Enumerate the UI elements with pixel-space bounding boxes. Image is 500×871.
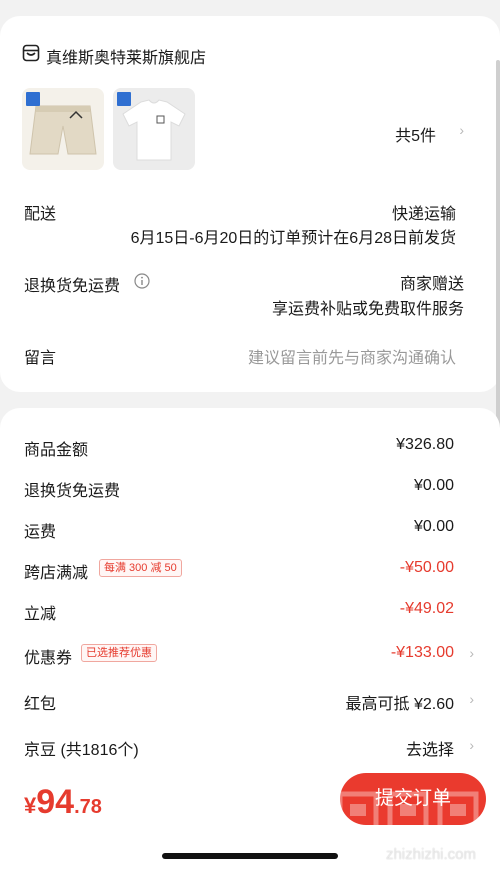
info-icon[interactable] — [134, 273, 150, 289]
price-row-label: 运费 — [24, 524, 57, 541]
return-shipping-label: 退换货免运费 — [24, 278, 121, 295]
order-summary-card: 真维斯奥特莱斯旗舰店 共5件 › 配送 快递运输 6月15日-6月20日的订单预… — [0, 16, 500, 392]
scrollbar[interactable] — [496, 60, 500, 450]
store-icon — [22, 44, 40, 62]
red-packet-value[interactable]: 最高可抵 ¥2.60 — [346, 690, 455, 714]
chevron-right-icon[interactable]: › — [469, 737, 474, 753]
return-shipping-value: 商家赠送 — [399, 276, 464, 293]
price-detail-card: 商品金额 ¥326.80 退换货免运费 ¥0.00 运费 ¥0.00 跨店满减 … — [0, 408, 500, 808]
chevron-right-icon[interactable]: › — [469, 645, 474, 661]
item-count[interactable]: 共5件 — [395, 122, 436, 146]
jd-beans-value[interactable]: 去选择 — [406, 736, 454, 760]
coupon-row-label[interactable]: 优惠券 — [24, 644, 72, 668]
price-row-value: -¥50.00 — [399, 559, 454, 576]
product-thumbnail-shorts[interactable] — [22, 88, 104, 170]
home-indicator — [162, 853, 338, 859]
price-row-value: ¥0.00 — [413, 477, 454, 494]
order-total: ¥94.78 — [24, 783, 102, 822]
price-row-label: 退换货免运费 — [24, 483, 121, 500]
currency-symbol: ¥ — [24, 793, 37, 818]
chevron-right-icon[interactable]: › — [459, 122, 464, 138]
delivery-method[interactable]: 快递运输 — [392, 200, 456, 224]
brand-tag-icon — [26, 92, 40, 106]
store-name[interactable]: 真维斯奥特莱斯旗舰店 — [46, 44, 206, 68]
message-label: 留言 — [24, 350, 57, 367]
product-thumbnail-tshirt[interactable] — [113, 88, 195, 170]
price-row-label: 商品金额 — [24, 442, 89, 459]
chevron-right-icon[interactable]: › — [469, 691, 474, 707]
delivery-note: 6月15日-6月20日的订单预计在6月28日前发货 — [130, 230, 456, 247]
message-input[interactable]: 建议留言前先与商家沟通确认 — [248, 344, 456, 368]
brand-tag-icon — [117, 92, 131, 106]
price-row-label: 跨店满减 — [24, 565, 89, 582]
watermark-text: zhizhizhi.com — [385, 846, 476, 863]
price-row-value: ¥326.80 — [396, 436, 454, 453]
coupon-badge: 已选推荐优惠 — [81, 644, 157, 662]
price-row-value: ¥0.00 — [413, 518, 454, 535]
jd-beans-label[interactable]: 京豆 (共1816个) — [24, 736, 139, 760]
return-shipping-desc: 享运费补贴或免费取件服务 — [271, 301, 464, 318]
price-row-label: 立减 — [24, 606, 57, 623]
coupon-row-value[interactable]: -¥133.00 — [391, 644, 454, 662]
total-integer: 94 — [36, 783, 75, 821]
promo-badge: 每满 300 减 50 — [99, 559, 182, 577]
total-decimal: .78 — [74, 796, 102, 818]
red-packet-label[interactable]: 红包 — [24, 690, 56, 714]
delivery-label: 配送 — [24, 206, 57, 223]
price-row-value: -¥49.02 — [399, 600, 454, 617]
